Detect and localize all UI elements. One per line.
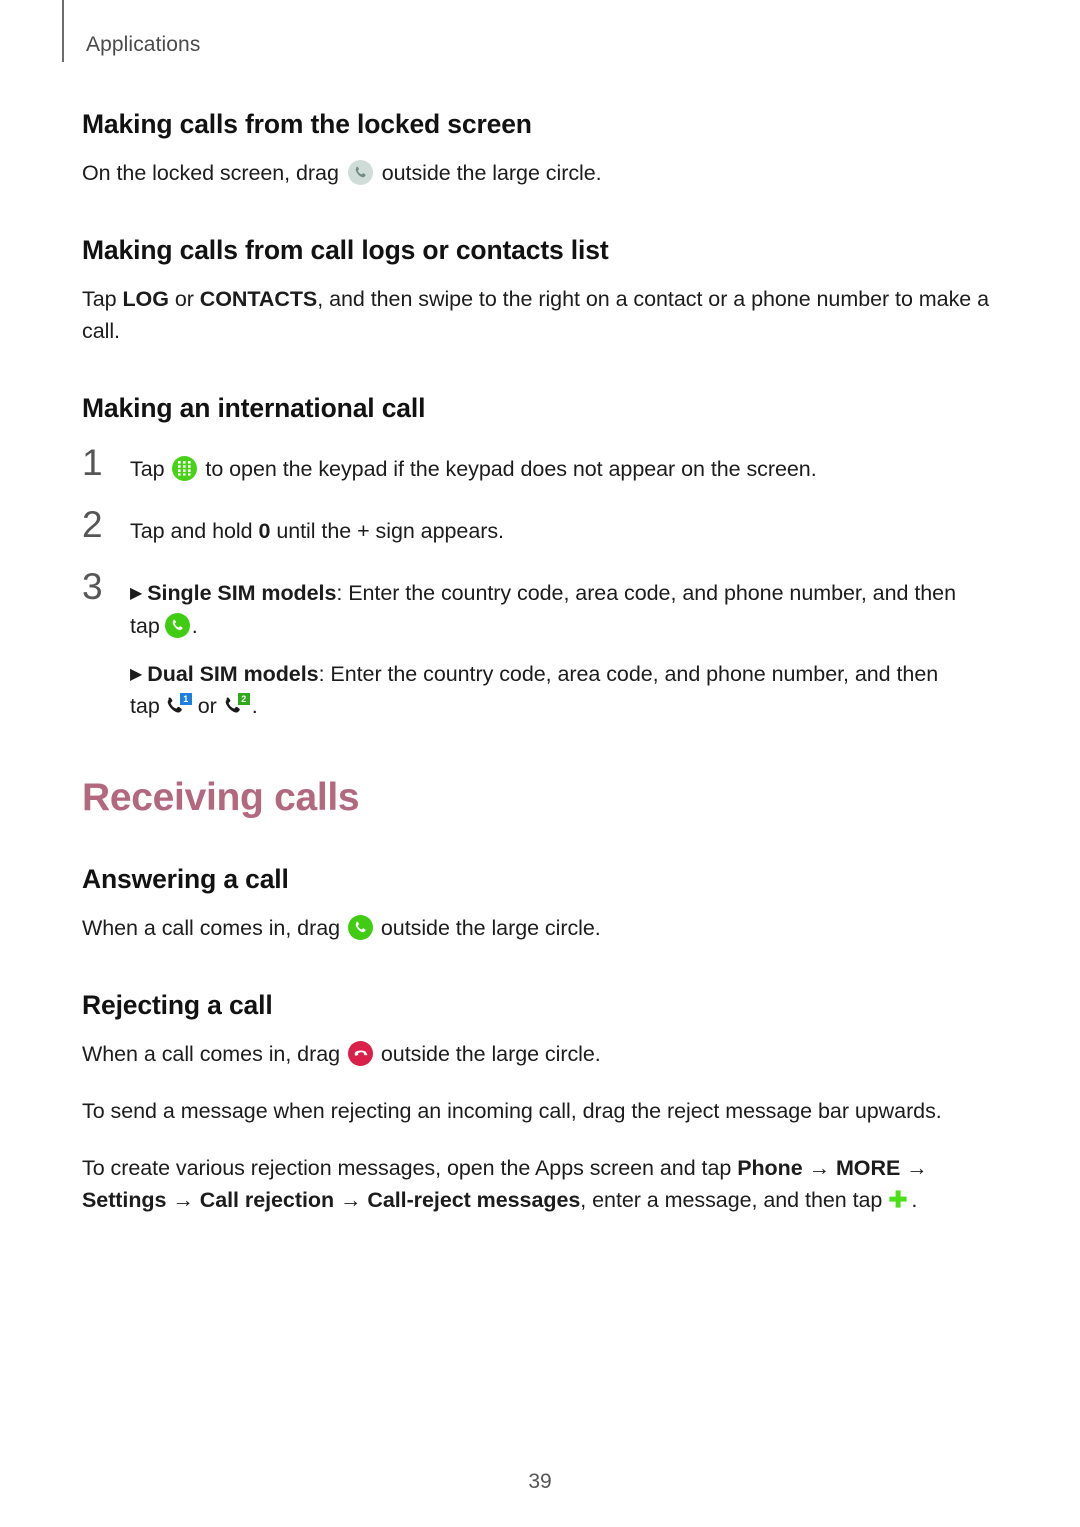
- locked-screen-text-before: On the locked screen, drag: [82, 161, 339, 186]
- triangle-bullet-icon: ▶: [130, 585, 143, 603]
- plus-icon: [886, 1187, 910, 1211]
- paragraph-create-rejection-messages: To create various rejection messages, op…: [82, 1153, 1002, 1217]
- step-2-bold-zero: 0: [258, 519, 271, 544]
- step-1-text-after: to open the keypad if the keypad does no…: [205, 456, 817, 481]
- locked-screen-text-after: outside the large circle.: [381, 161, 602, 186]
- single-sim-period: .: [191, 613, 198, 638]
- step-1-text: Tap to open the keypad if the keypad doe…: [130, 453, 1002, 485]
- step-2-number: 2: [82, 504, 103, 546]
- triangle-bullet-icon-2: ▶: [130, 665, 143, 683]
- call-logs-text-1: Tap: [82, 287, 123, 312]
- rej-msg-arrow-1: →: [802, 1155, 836, 1180]
- rej-msg-arrow-2: →: [900, 1155, 928, 1180]
- step-3: 3 ▶ Single SIM models: Enter the country …: [82, 568, 1002, 723]
- paragraph-answering-a-call: When a call comes in, drag outside the l…: [82, 913, 1002, 945]
- running-header-label: Applications: [86, 32, 201, 56]
- page-number: 39: [528, 1470, 552, 1493]
- rej-msg-bold-settings: Settings: [82, 1187, 167, 1212]
- step-3-number: 3: [82, 566, 103, 608]
- step-2-text: Tap and hold 0 until the + sign appears.: [130, 515, 1002, 547]
- rej-msg-text-2: , enter a message, and then tap: [580, 1187, 883, 1212]
- paragraph-reject-message-bar: To send a message when rejecting an inco…: [82, 1099, 942, 1124]
- rej-msg-arrow-3: →: [166, 1187, 200, 1212]
- running-header-rule: [62, 0, 64, 62]
- rej-msg-text-1: To create various rejection messages, op…: [82, 1155, 738, 1180]
- step-2-text-2: until the + sign appears.: [270, 519, 504, 544]
- step-1: 1 Tap to open the keypad if the keypad d…: [82, 444, 1002, 485]
- answering-text-after: outside the large circle.: [380, 916, 601, 941]
- single-sim-label: Single SIM models: [147, 581, 337, 606]
- rejecting-text-before: When a call comes in, drag: [82, 1042, 341, 1067]
- rej-msg-bold-call-reject-messages: Call-reject messages: [367, 1187, 581, 1212]
- rej-msg-bold-phone: Phone: [737, 1155, 803, 1180]
- heading-locked-screen: Making calls from the locked screen: [82, 109, 532, 139]
- heading-answering-a-call: Answering a call: [82, 864, 289, 895]
- dual-sim-period: .: [251, 694, 258, 719]
- document-page: Applications Making calls from the locke…: [0, 0, 1080, 1527]
- page-content: Making calls from the locked screen On t…: [82, 108, 1002, 1216]
- call-logs-text-2: or: [168, 287, 200, 312]
- rejecting-text-after: outside the large circle.: [380, 1042, 601, 1067]
- single-sim-text: : Enter the country code, area code, and…: [336, 581, 956, 606]
- call-sim2-icon: 2: [223, 693, 250, 718]
- rej-msg-bold-more: MORE: [835, 1155, 901, 1180]
- call-green-icon-answer: [347, 915, 373, 941]
- paragraph-call-logs: Tap LOG or CONTACTS, and then swipe to t…: [82, 284, 1002, 348]
- running-header: Applications: [62, 0, 200, 62]
- step-3-bullet-single-sim: ▶ Single SIM models: Enter the country co…: [130, 577, 1002, 642]
- paragraph-locked-screen: On the locked screen, drag outside the l…: [82, 158, 1002, 190]
- dual-sim-label: Dual SIM models: [147, 661, 319, 686]
- step-3-bullet-dual-sim: ▶ Dual SIM models: Enter the country code…: [130, 658, 1002, 723]
- heading-rejecting-a-call: Rejecting a call: [82, 990, 273, 1021]
- dual-sim-text: : Enter the country code, area code, and…: [318, 661, 939, 686]
- reject-call-icon: [347, 1041, 373, 1067]
- rej-msg-arrow-4: →: [334, 1187, 368, 1212]
- step-2-text-1: Tap and hold: [130, 519, 259, 544]
- heading-international-call: Making an international call: [82, 392, 426, 423]
- step-1-number: 1: [82, 441, 103, 483]
- call-green-icon: [164, 612, 190, 638]
- step-1-text-before: Tap: [130, 456, 165, 481]
- phone-handset-lockscreen-icon: [347, 160, 373, 186]
- call-sim1-icon: 1: [165, 693, 192, 718]
- heading-call-logs: Making calls from call logs or contacts …: [82, 234, 609, 265]
- dual-sim-trailing: tap: [130, 694, 160, 719]
- call-logs-bold-log: LOG: [122, 287, 169, 312]
- sim2-badge: 2: [237, 693, 250, 706]
- dual-sim-conjunction: or: [197, 694, 217, 719]
- answering-text-before: When a call comes in, drag: [82, 916, 341, 941]
- sim1-badge: 1: [179, 693, 192, 706]
- paragraph-rejecting-a-call: When a call comes in, drag outside the l…: [82, 1039, 1002, 1071]
- step-2: 2 Tap and hold 0 until the + sign appear…: [82, 506, 1002, 547]
- call-logs-bold-contacts: CONTACTS: [199, 287, 318, 312]
- rej-msg-bold-call-rejection: Call rejection: [199, 1187, 335, 1212]
- keypad-icon: [172, 455, 198, 481]
- chapter-title-receiving-calls: Receiving calls: [82, 776, 360, 820]
- rej-msg-period: .: [911, 1187, 918, 1212]
- single-sim-trailing: tap: [130, 613, 160, 638]
